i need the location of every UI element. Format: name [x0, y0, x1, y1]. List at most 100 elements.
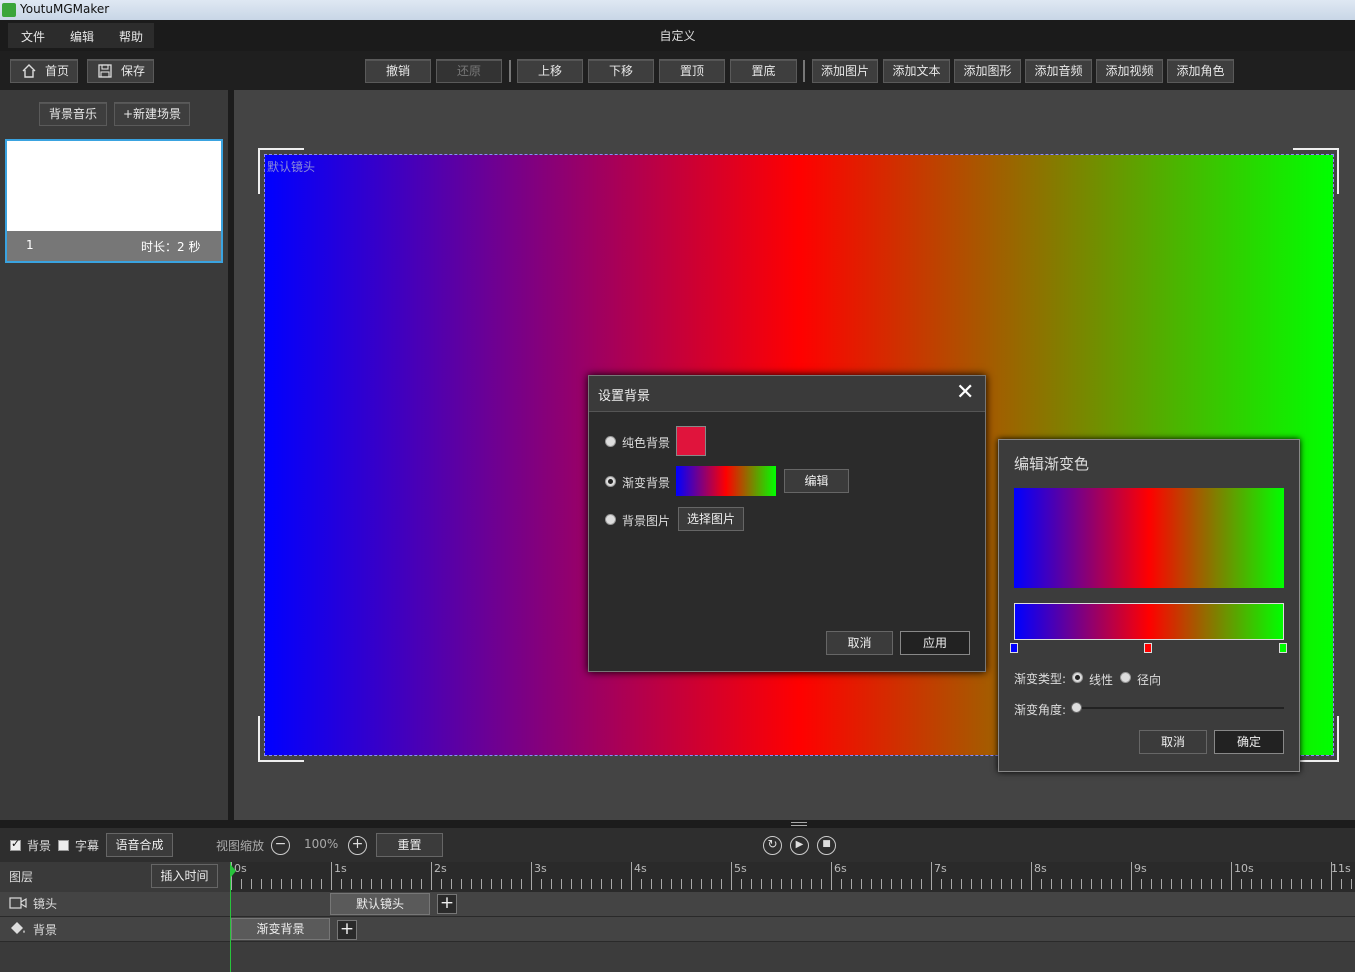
- ruler-minor-tick: [1171, 879, 1172, 889]
- ruler-major-tick: [1231, 862, 1232, 890]
- track-row: [0, 917, 1355, 942]
- reset-zoom-button[interactable]: 重置: [376, 833, 443, 857]
- solid-bg-radio[interactable]: [605, 436, 616, 447]
- dialog-apply-button[interactable]: 应用: [900, 631, 970, 655]
- angle-slider-track[interactable]: [1076, 707, 1284, 709]
- choose-image-button[interactable]: 选择图片: [678, 507, 744, 531]
- ruler-minor-tick: [891, 879, 892, 889]
- ruler-minor-tick: [1201, 879, 1202, 889]
- ruler-minor-tick: [491, 879, 492, 889]
- dialog-cancel-button[interactable]: 取消: [826, 631, 893, 655]
- ruler-minor-tick: [701, 879, 702, 889]
- ruler-minor-tick: [551, 879, 552, 889]
- ruler-minor-tick: [1141, 879, 1142, 889]
- ruler-minor-tick: [781, 879, 782, 889]
- gradient-cancel-button[interactable]: 取消: [1139, 730, 1207, 754]
- scene-number: 1: [26, 238, 34, 252]
- ruler-minor-tick: [941, 879, 942, 889]
- ruler-minor-tick: [581, 879, 582, 889]
- background-music-button[interactable]: 背景音乐: [39, 102, 107, 126]
- ruler-minor-tick: [1011, 879, 1012, 889]
- angle-slider-handle[interactable]: [1071, 702, 1082, 713]
- ruler-minor-tick: [401, 879, 402, 889]
- radial-radio[interactable]: [1120, 672, 1131, 683]
- home-button[interactable]: 首页: [10, 59, 78, 83]
- linear-radio[interactable]: [1072, 672, 1083, 683]
- ruler-minor-tick: [1091, 879, 1092, 889]
- ruler-minor-tick: [1151, 879, 1152, 889]
- ruler-minor-tick: [1321, 879, 1322, 889]
- gradient-swatch[interactable]: [676, 466, 776, 496]
- ruler-minor-tick: [1301, 879, 1302, 889]
- stop-icon[interactable]: ■: [817, 836, 836, 855]
- home-icon: [22, 64, 36, 78]
- ruler-major-tick: [831, 862, 832, 890]
- splitter-grip-icon[interactable]: [791, 822, 807, 826]
- gradient-stop-handle[interactable]: [1279, 643, 1287, 653]
- scene-thumbnail[interactable]: [7, 141, 221, 231]
- gradient-stop-handle[interactable]: [1144, 643, 1152, 653]
- timeline-controls-bar: [0, 828, 1355, 862]
- ruler-minor-tick: [1111, 879, 1112, 889]
- timeline-clip-camera[interactable]: 默认镜头: [330, 893, 430, 915]
- splitter[interactable]: [0, 820, 1355, 828]
- zoom-out-icon[interactable]: −: [271, 836, 290, 855]
- redo-button[interactable]: 还原: [436, 59, 502, 83]
- ruler-minor-tick: [1061, 879, 1062, 889]
- add-shape-button[interactable]: 添加图形: [954, 59, 1021, 83]
- timeline-ruler[interactable]: [230, 862, 1355, 892]
- zoom-label: 视图缩放: [216, 839, 265, 853]
- gradient-bg-radio[interactable]: [605, 476, 616, 487]
- ruler-minor-tick: [1121, 879, 1122, 889]
- gradient-stop-handle[interactable]: [1010, 643, 1018, 653]
- gradient-stop-bar[interactable]: [1014, 603, 1284, 640]
- send-to-back-button[interactable]: 置底: [730, 59, 797, 83]
- solid-color-swatch[interactable]: [676, 426, 706, 456]
- ruler-minor-tick: [371, 879, 372, 889]
- ruler-major-tick: [1031, 862, 1032, 890]
- playhead[interactable]: [230, 862, 231, 972]
- playhead-marker-icon[interactable]: [231, 865, 236, 877]
- ruler-minor-tick: [771, 879, 772, 889]
- radial-label: 径向: [1137, 673, 1162, 687]
- background-checkbox-label: 背景: [27, 839, 52, 853]
- move-up-button[interactable]: 上移: [517, 59, 583, 83]
- ruler-minor-tick: [721, 879, 722, 889]
- ruler-major-tick: [531, 862, 532, 890]
- bring-to-front-button[interactable]: 置顶: [659, 59, 725, 83]
- toolbar-separator: [803, 60, 805, 82]
- background-checkbox[interactable]: [10, 837, 21, 851]
- zoom-in-icon[interactable]: +: [348, 836, 367, 855]
- add-audio-button[interactable]: 添加音频: [1025, 59, 1092, 83]
- replay-icon[interactable]: ↻: [763, 836, 782, 855]
- subtitle-checkbox[interactable]: [58, 840, 69, 851]
- edit-gradient-button[interactable]: 编辑: [784, 469, 849, 493]
- timeline-clip-background[interactable]: 渐变背景: [231, 918, 330, 940]
- move-down-button[interactable]: 下移: [588, 59, 654, 83]
- tts-button[interactable]: 语音合成: [106, 833, 173, 857]
- play-icon[interactable]: ▶: [790, 836, 809, 855]
- add-video-button[interactable]: 添加视频: [1096, 59, 1163, 83]
- ruler-minor-tick: [461, 879, 462, 889]
- frame-corner-top-left: [258, 148, 304, 194]
- add-text-button[interactable]: 添加文本: [883, 59, 950, 83]
- dialog-title: 设置背景: [598, 389, 651, 404]
- add-image-button[interactable]: 添加图片: [812, 59, 878, 83]
- ruler-minor-tick: [341, 879, 342, 889]
- save-button[interactable]: 保存: [87, 59, 154, 83]
- insert-time-button[interactable]: 插入时间: [151, 864, 218, 888]
- ruler-minor-tick: [251, 879, 252, 889]
- ruler-minor-tick: [411, 879, 412, 889]
- add-clip-icon[interactable]: +: [437, 894, 457, 914]
- new-scene-button[interactable]: +新建场景: [114, 102, 190, 126]
- ruler-tick-label: 2s: [434, 862, 447, 875]
- window-title: YoutuMGMaker: [20, 2, 110, 16]
- image-bg-radio[interactable]: [605, 514, 616, 525]
- ruler-minor-tick: [351, 879, 352, 889]
- gradient-ok-button[interactable]: 确定: [1214, 730, 1284, 754]
- undo-button[interactable]: 撤销: [365, 59, 431, 83]
- ruler-minor-tick: [311, 879, 312, 889]
- add-character-button[interactable]: 添加角色: [1167, 59, 1234, 83]
- add-clip-icon[interactable]: +: [337, 920, 357, 940]
- close-icon[interactable]: ✕: [956, 380, 974, 406]
